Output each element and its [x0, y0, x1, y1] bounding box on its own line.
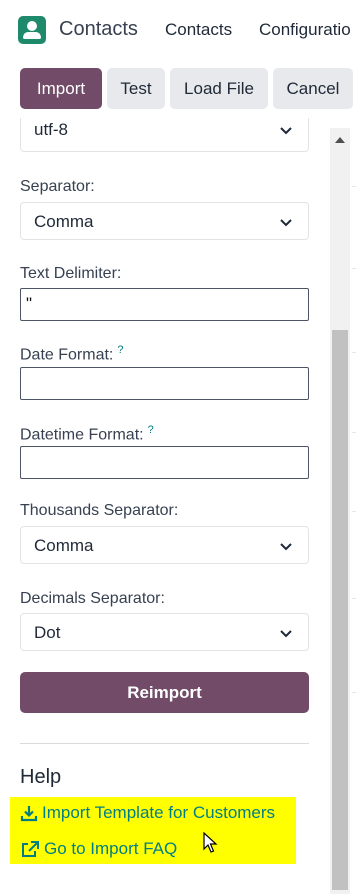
import-faq-link[interactable]: Go to Import FAQ — [20, 839, 177, 859]
scroll-up-arrow-icon[interactable] — [335, 137, 345, 143]
section-divider — [20, 743, 309, 744]
gutter-divider — [352, 352, 356, 353]
mouse-cursor-icon — [203, 832, 218, 853]
menu-contacts[interactable]: Contacts — [165, 20, 232, 40]
help-tooltip-icon[interactable]: ? — [117, 344, 123, 356]
datetime-format-label: Datetime Format:? — [20, 424, 154, 444]
contacts-app-icon[interactable] — [18, 16, 46, 44]
gutter-divider — [352, 598, 356, 599]
decimals-separator-label: Decimals Separator: — [20, 590, 165, 607]
import-options-panel: utf-8 Separator: Comma Text Delimiter: "… — [0, 118, 330, 894]
menu-configuration[interactable]: Configuratio — [259, 20, 351, 40]
import-template-link-text[interactable]: Import Template for Customers — [42, 803, 275, 823]
cancel-button[interactable]: Cancel — [273, 68, 353, 109]
top-navbar: Contacts Contacts Configuratio — [0, 0, 356, 60]
date-format-label-text: Date Format: — [20, 346, 114, 364]
thousands-separator-value: Comma — [34, 536, 94, 555]
test-button[interactable]: Test — [107, 68, 165, 109]
date-format-input[interactable] — [20, 367, 309, 400]
app-title[interactable]: Contacts — [59, 18, 138, 41]
chevron-down-icon — [280, 127, 292, 135]
chevron-down-icon — [280, 219, 292, 227]
encoding-value: utf-8 — [34, 120, 69, 139]
separator-value: Comma — [34, 212, 94, 231]
datetime-format-input[interactable] — [20, 446, 309, 479]
gutter-divider — [352, 432, 356, 433]
encoding-select[interactable]: utf-8 — [20, 118, 309, 152]
thousands-separator-label: Thousands Separator: — [20, 502, 179, 519]
text-delimiter-label: Text Delimiter: — [20, 265, 122, 282]
chevron-down-icon — [280, 630, 292, 638]
separator-select[interactable]: Comma — [20, 202, 309, 240]
download-icon — [20, 806, 38, 822]
date-format-label: Date Format:? — [20, 344, 123, 364]
decimals-separator-value: Dot — [34, 623, 61, 642]
separator-label: Separator: — [20, 178, 95, 195]
gutter-divider — [352, 268, 356, 269]
chevron-down-icon — [280, 543, 292, 551]
text-delimiter-value: " — [26, 294, 33, 313]
datetime-format-label-text: Datetime Format: — [20, 426, 144, 444]
import-button[interactable]: Import — [20, 68, 102, 109]
thousands-separator-select[interactable]: Comma — [20, 526, 309, 564]
reimport-button[interactable]: Reimport — [20, 672, 309, 713]
help-heading: Help — [20, 766, 62, 788]
text-delimiter-input[interactable]: " — [20, 288, 309, 321]
external-link-icon — [22, 841, 39, 857]
import-template-link[interactable]: Import Template for Customers — [20, 803, 275, 823]
gutter-divider — [352, 692, 356, 693]
gutter-divider — [352, 186, 356, 187]
help-tooltip-icon[interactable]: ? — [148, 424, 154, 436]
panel-scrollbar[interactable] — [330, 128, 350, 894]
import-faq-link-text[interactable]: Go to Import FAQ — [44, 839, 177, 859]
decimals-separator-select[interactable]: Dot — [20, 613, 309, 651]
gutter-divider — [352, 511, 356, 512]
import-action-bar: Import Test Load File Cancel — [0, 68, 356, 110]
load-file-button[interactable]: Load File — [170, 68, 268, 109]
scroll-thumb[interactable] — [332, 330, 348, 890]
